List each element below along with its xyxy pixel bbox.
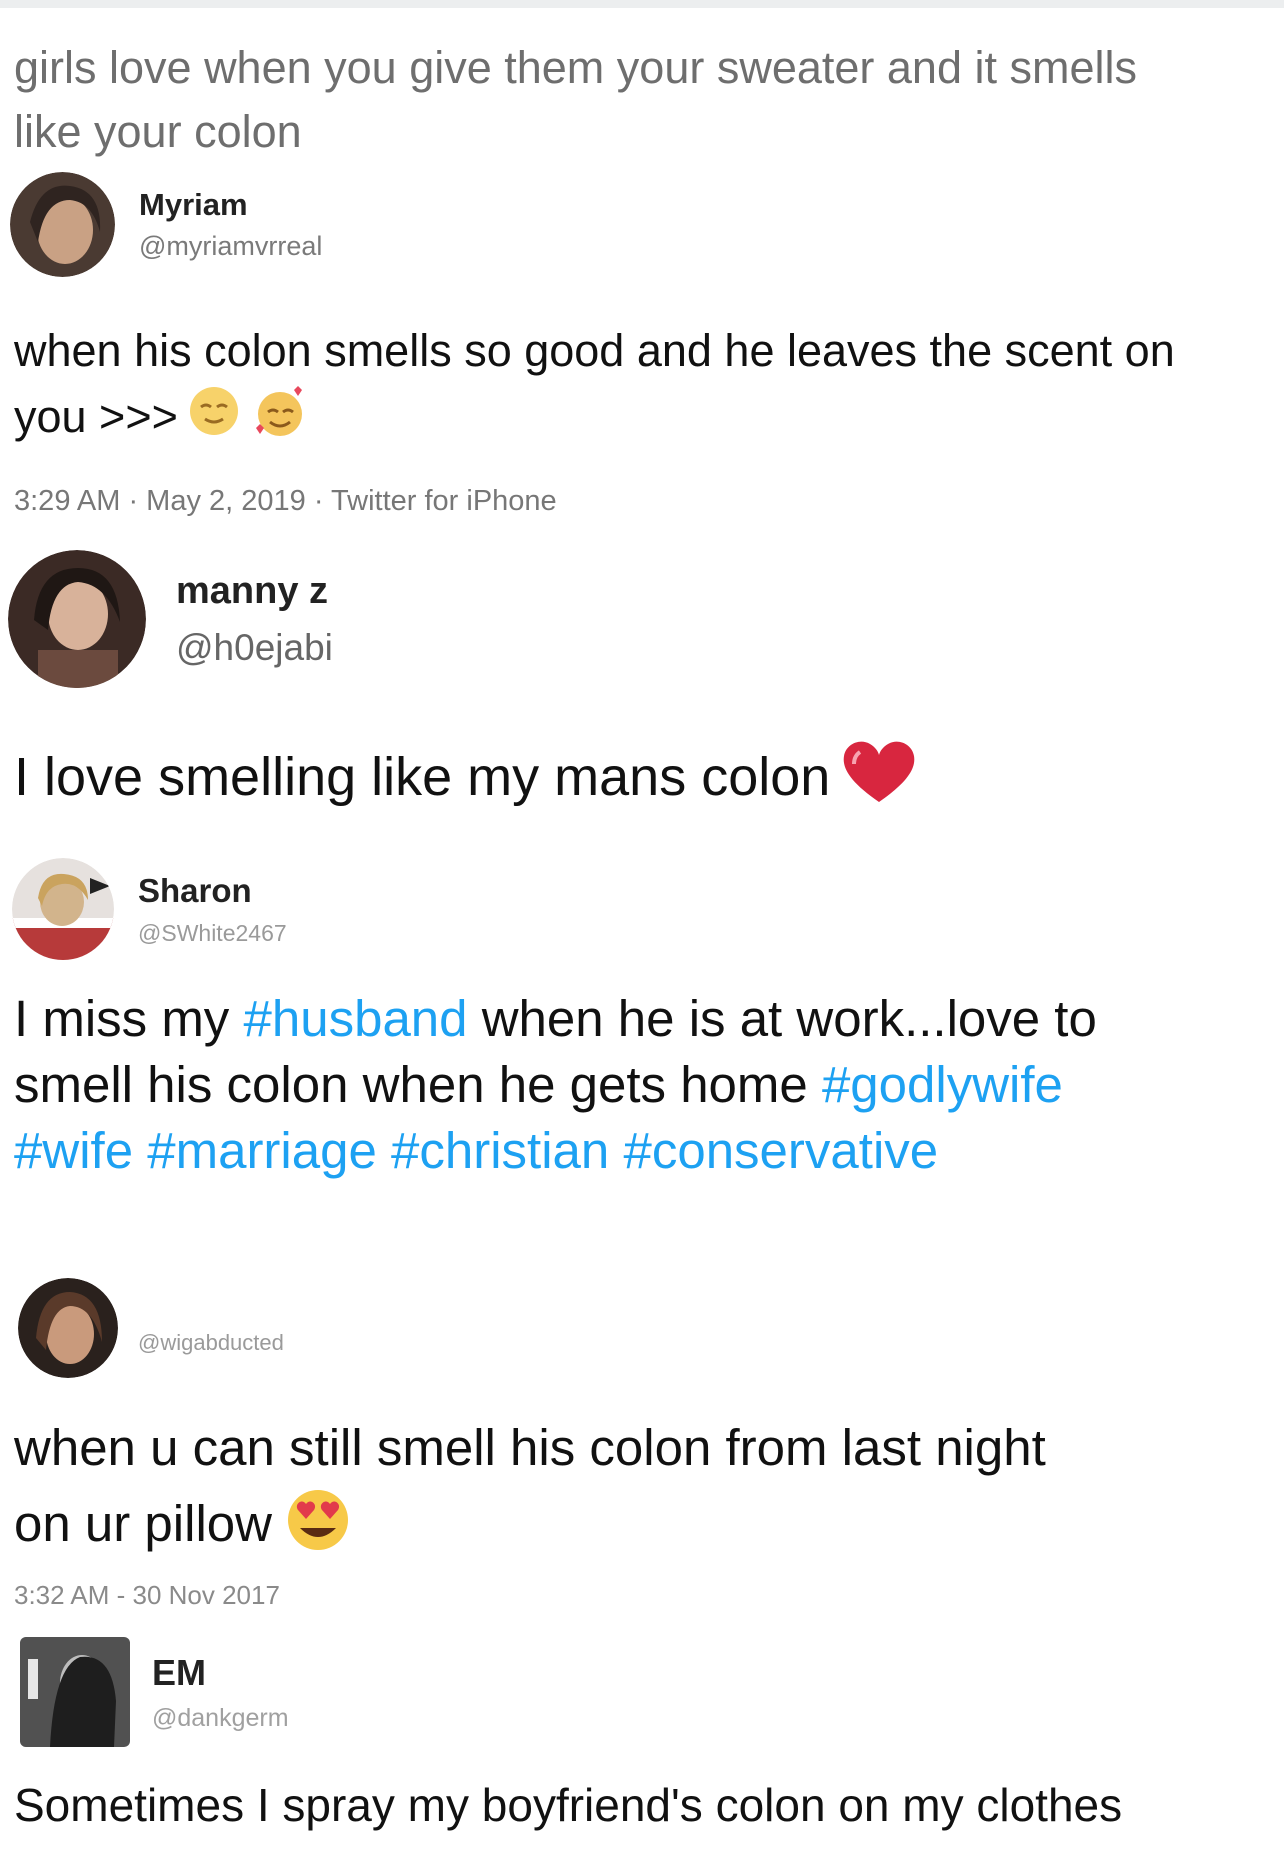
avatar[interactable] (20, 1637, 130, 1747)
tweet-header-sharon: Sharon @SWhite2467 (12, 858, 287, 960)
tweet-text: when u can still smell his colon from la… (14, 1412, 1084, 1571)
smiling-face-with-hearts-icon (250, 384, 310, 456)
username[interactable]: @myriamvrreal (139, 231, 322, 262)
username[interactable]: @dankgerm (152, 1704, 289, 1733)
username[interactable]: @wigabducted (138, 1330, 284, 1356)
avatar[interactable] (12, 858, 114, 960)
display-name[interactable]: EM (152, 1652, 289, 1694)
tweet-header-em: EM @dankgerm (20, 1637, 289, 1747)
heart-eyes-icon (282, 1484, 354, 1571)
top-divider (0, 0, 1284, 8)
tweet-header-wigabducted: @wigabducted (18, 1278, 284, 1378)
tweet-timestamp[interactable]: 3:29 AM · May 2, 2019 · Twitter for iPho… (14, 485, 557, 518)
heart-icon (840, 738, 918, 823)
hashtag-link[interactable]: #husband (243, 990, 467, 1047)
tweet-text: Sometimes I spray my boyfriend's colon o… (14, 1779, 1123, 1831)
top-caption: girls love when you give them your sweat… (14, 42, 1138, 157)
username[interactable]: @h0ejabi (176, 627, 333, 669)
tweet-text: when his colon smells so good and he lea… (14, 318, 1254, 456)
avatar[interactable] (10, 172, 115, 277)
hashtag-link[interactable]: #godlywife (822, 1056, 1063, 1113)
tweet-header-myriam: Myriam @myriamvrreal (10, 172, 322, 277)
hashtag-link[interactable]: #wife (14, 1122, 133, 1179)
avatar[interactable] (18, 1278, 118, 1378)
tweet-text: I miss my #husband when he is at work...… (14, 990, 1097, 1179)
avatar[interactable] (8, 550, 146, 688)
display-name[interactable]: manny z (176, 570, 333, 613)
display-name[interactable]: Myriam (139, 187, 322, 223)
hashtag-link[interactable]: #conservative (623, 1122, 938, 1179)
relieved-face-icon (188, 385, 240, 455)
hashtag-link[interactable]: #marriage (147, 1122, 377, 1179)
display-name[interactable]: Sharon (138, 872, 287, 910)
username[interactable]: @SWhite2467 (138, 920, 287, 947)
tweet-header-manny: manny z @h0ejabi (8, 550, 333, 688)
hashtag-link[interactable]: #christian (391, 1122, 609, 1179)
tweet-text: I love smelling like my mans colon (14, 738, 1254, 823)
tweet-timestamp[interactable]: 3:32 AM - 30 Nov 2017 (14, 1580, 280, 1611)
